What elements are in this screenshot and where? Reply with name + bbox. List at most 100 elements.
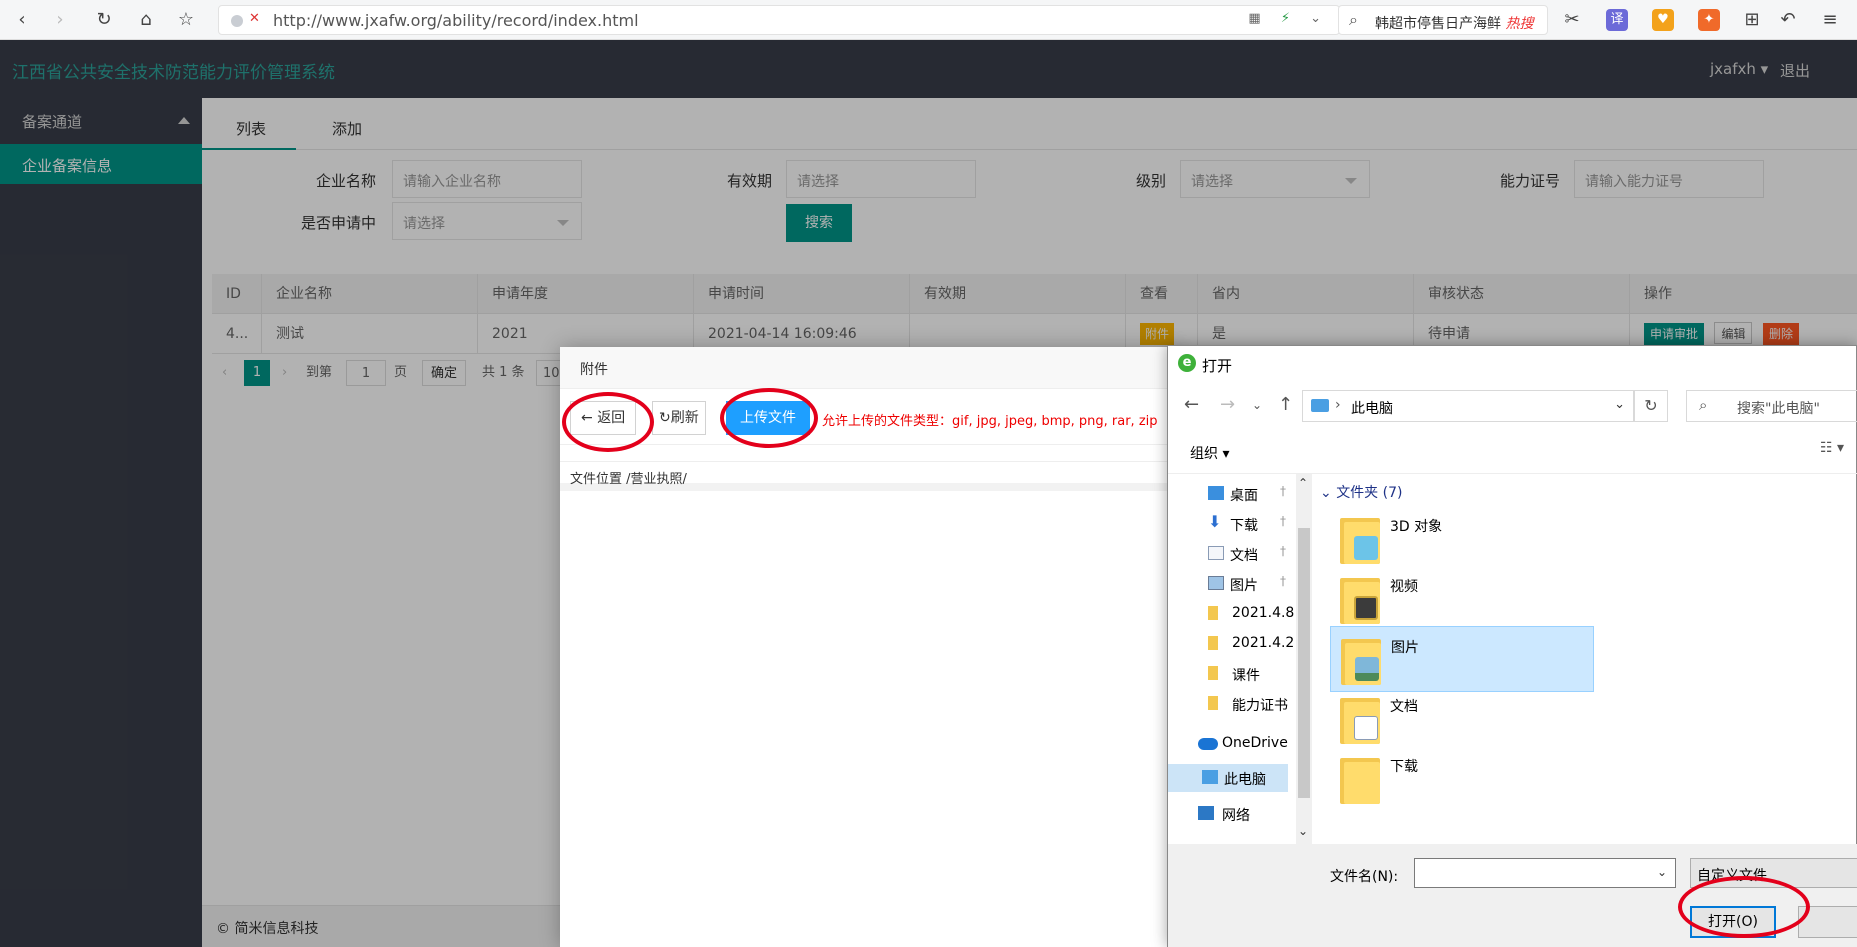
nav-item-folder[interactable]: 2021.4.2: [1168, 630, 1294, 658]
menu-icon[interactable]: ≡: [1818, 8, 1842, 32]
extension-icon[interactable]: ♥: [1652, 9, 1674, 31]
nav-label: 桌面: [1230, 488, 1258, 504]
address-label: 此电脑: [1351, 401, 1393, 417]
nav-item-desktop[interactable]: 桌面 †: [1168, 480, 1288, 508]
folder-group-header[interactable]: ⌄ 文件夹 (7): [1320, 482, 1402, 502]
folder-icon: [1208, 666, 1218, 680]
scroll-thumb[interactable]: [1298, 528, 1310, 798]
pin-icon: †: [1280, 574, 1286, 588]
nav-label: 文档: [1230, 548, 1258, 564]
folder-icon: [1341, 635, 1381, 685]
folder-item-documents[interactable]: 文档: [1330, 686, 1594, 752]
nav-item-downloads[interactable]: ⬇ 下载 †: [1168, 510, 1288, 538]
undo-icon[interactable]: ↶: [1776, 8, 1800, 32]
nav-item-pictures[interactable]: 图片 †: [1168, 570, 1288, 598]
folder-label: 文档: [1390, 699, 1418, 715]
grid-icon[interactable]: ⊞: [1740, 8, 1764, 32]
browser-toolbar: ‹ › ↻ ⌂ ☆ ✕ http://www.jxafw.org/ability…: [0, 0, 1857, 40]
insecure-icon: ✕: [249, 11, 260, 26]
address-bar[interactable]: ✕ http://www.jxafw.org/ability/record/in…: [218, 5, 1340, 35]
address-box[interactable]: › 此电脑 ⌄: [1302, 390, 1634, 422]
nav-item-this-pc[interactable]: 此电脑: [1168, 764, 1288, 792]
scissors-icon[interactable]: ✂: [1560, 8, 1584, 32]
browser-logo-icon: e: [1178, 354, 1196, 372]
back-icon[interactable]: ‹: [10, 8, 34, 32]
pin-icon: †: [1280, 514, 1286, 528]
chevron-right-icon: ›: [1335, 397, 1341, 413]
translate-icon[interactable]: 译: [1606, 9, 1628, 31]
network-icon: [1198, 806, 1214, 820]
url-text[interactable]: http://www.jxafw.org/ability/record/inde…: [273, 11, 639, 30]
nav-item-folder[interactable]: 2021.4.8: [1168, 600, 1294, 628]
scroll-down-icon[interactable]: ⌄: [1298, 824, 1308, 838]
folder-item-3d-objects[interactable]: 3D 对象: [1330, 506, 1594, 572]
nav-label: 能力证书: [1232, 698, 1288, 714]
file-location: 文件位置 /营业执照/: [560, 461, 1172, 491]
address-bar-icons[interactable]: ▦ ⚡ ⌄: [1248, 11, 1329, 26]
folder-item-pictures[interactable]: 图片: [1330, 626, 1594, 692]
refresh-icon[interactable]: ↻: [1634, 390, 1668, 422]
dialog-navbar: ← → ⌄ ↑ › 此电脑 ⌄ ↻ ⌕ 搜索"此电脑": [1168, 384, 1857, 428]
folder-icon: [1340, 574, 1380, 624]
dialog-title: 打开: [1202, 357, 1233, 375]
search-query: 韩超市停售日产海鲜: [1375, 16, 1501, 32]
picture-icon: [1208, 576, 1224, 590]
scroll-up-icon[interactable]: ⌃: [1298, 476, 1308, 490]
dialog-search-box[interactable]: ⌕ 搜索"此电脑": [1686, 390, 1857, 422]
folder-item-downloads[interactable]: 下载: [1330, 746, 1594, 812]
forward-icon[interactable]: ›: [48, 8, 72, 32]
file-list: ⌄ 文件夹 (7) 3D 对象 视频 图片 文档 下载: [1312, 474, 1857, 844]
game-icon[interactable]: ✦: [1698, 9, 1720, 31]
nav-label: 此电脑: [1224, 772, 1266, 788]
attachment-modal: 附件 ← 返回 ↻刷新 上传文件 允许上传的文件类型：gif, jpg, jpe…: [560, 347, 1172, 947]
folder-icon: [1208, 696, 1218, 710]
forward-icon[interactable]: →: [1220, 394, 1235, 415]
nav-item-network[interactable]: 网络: [1168, 800, 1288, 828]
nav-label: 下载: [1230, 518, 1258, 534]
site-info-icon[interactable]: [231, 15, 243, 27]
annotation-circle: [720, 388, 818, 448]
nav-scrollbar[interactable]: ⌃ ⌄: [1296, 474, 1312, 844]
folder-icon: [1340, 694, 1380, 744]
browser-search-box[interactable]: ⌕ 韩超市停售日产海鲜 热搜: [1338, 5, 1548, 35]
chevron-down-icon[interactable]: ⌄: [1614, 397, 1625, 412]
refresh-icon: ↻: [659, 410, 671, 426]
hot-tag: 热搜: [1505, 16, 1534, 32]
folder-icon: [1340, 514, 1380, 564]
reload-icon[interactable]: ↻: [92, 8, 116, 32]
up-icon[interactable]: ↑: [1278, 394, 1293, 415]
desktop-icon: [1208, 486, 1224, 500]
group-label: 文件夹 (7): [1336, 485, 1403, 501]
nav-label: 图片: [1230, 578, 1258, 594]
nav-item-folder[interactable]: 课件: [1168, 660, 1288, 688]
nav-label: 2021.4.2: [1232, 635, 1295, 651]
organize-menu[interactable]: 组织 ▾: [1190, 443, 1229, 463]
organize-label: 组织: [1190, 446, 1218, 462]
computer-icon: [1202, 770, 1218, 784]
dialog-titlebar: e 打开: [1168, 346, 1857, 382]
star-icon[interactable]: ☆: [174, 8, 198, 32]
dialog-search-placeholder: 搜索"此电脑": [1737, 401, 1820, 417]
nav-item-documents[interactable]: 文档 †: [1168, 540, 1288, 568]
nav-item-folder[interactable]: 能力证书: [1168, 690, 1288, 718]
computer-icon: [1311, 399, 1329, 412]
cloud-icon: [1198, 738, 1218, 750]
filename-input[interactable]: ⌄: [1414, 858, 1676, 888]
home-icon[interactable]: ⌂: [134, 8, 158, 32]
folder-icon: [1208, 636, 1218, 650]
refresh-button[interactable]: ↻刷新: [652, 401, 706, 435]
recent-chevron-icon[interactable]: ⌄: [1252, 398, 1262, 412]
nav-label: 2021.4.8: [1232, 605, 1295, 621]
folder-item-videos[interactable]: 视频: [1330, 566, 1594, 632]
nav-item-onedrive[interactable]: OneDrive: [1168, 730, 1288, 758]
chevron-down-icon[interactable]: ⌄: [1657, 865, 1667, 879]
pin-icon: †: [1280, 484, 1286, 498]
search-icon: ⌕: [1699, 396, 1708, 414]
dialog-command-bar: 组织 ▾ ☷ ▾: [1168, 428, 1857, 474]
view-options-icon[interactable]: ☷ ▾: [1820, 440, 1844, 456]
nav-label: OneDrive: [1222, 735, 1288, 751]
annotation-circle: [1678, 876, 1810, 938]
allowed-types-text: 允许上传的文件类型：gif, jpg, jpeg, bmp, png, rar,…: [822, 414, 1158, 429]
back-icon[interactable]: ←: [1184, 394, 1199, 415]
navigation-pane: 桌面 † ⬇ 下载 † 文档 † 图片 † 2021.4.8 2021.4.2 课件 能力…: [1168, 474, 1296, 844]
